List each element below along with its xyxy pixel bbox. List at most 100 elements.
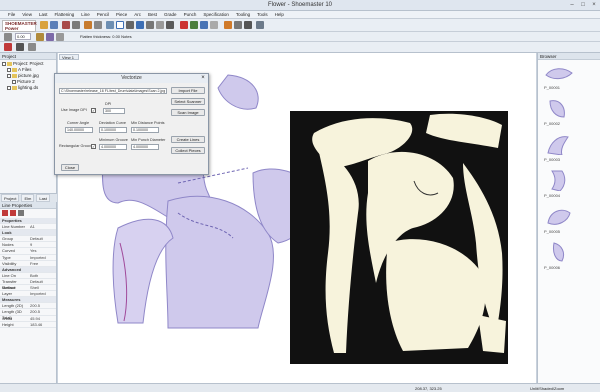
property-value: Default	[30, 278, 43, 284]
zoom-value-field[interactable]: 0.00	[15, 33, 31, 40]
red-tool-icon[interactable]	[180, 21, 188, 29]
property-value: Default	[30, 236, 43, 242]
open-icon[interactable]	[40, 21, 48, 29]
min-distance-field[interactable]: 0.100000	[131, 127, 159, 133]
secondary-toolbar: 0.00 Flatten thickness: 0.00 Notes	[0, 32, 600, 42]
property-key: Advanced	[2, 266, 22, 272]
browser-item-label-1: P_00001	[544, 85, 561, 90]
plus-icon[interactable]	[136, 21, 144, 29]
line-properties-title: Line Properties	[0, 202, 56, 209]
create-lines-button[interactable]: Create Lines	[171, 136, 205, 143]
dpi-field[interactable]: 300	[103, 108, 125, 114]
property-value: 9	[30, 242, 33, 248]
measure-icon[interactable]	[256, 21, 264, 29]
pattern-piece-heel[interactable]	[112, 218, 174, 324]
filter-icon[interactable]	[18, 210, 24, 216]
property-value: Imported	[30, 291, 46, 297]
maximize-icon[interactable]: □	[578, 1, 588, 9]
pen-icon[interactable]	[4, 43, 12, 51]
select-scanner-button[interactable]: Select Scanner	[171, 98, 205, 105]
blue-tool-icon[interactable]	[200, 21, 208, 29]
pointer-icon[interactable]	[116, 21, 124, 29]
collect-pieces-button[interactable]: Collect Pieces	[171, 147, 205, 154]
property-value: Free	[30, 260, 39, 266]
property-key: Line Number	[2, 224, 25, 230]
layer-icon[interactable]	[36, 33, 44, 41]
cut-icon[interactable]	[94, 21, 102, 29]
properties-list: Properties Line Number A1 Look Group Default N…	[0, 218, 56, 328]
minimize-icon[interactable]: –	[567, 1, 577, 9]
piece-icon[interactable]	[46, 33, 54, 41]
scan-image-button[interactable]: Scan Image	[171, 109, 205, 116]
panel-tabs: Project Elm Last	[0, 193, 57, 202]
menu-punch[interactable]: Punch	[184, 12, 197, 17]
pattern-piece-small-top[interactable]	[217, 74, 259, 110]
eraser-icon[interactable]	[28, 43, 36, 51]
browser-item-label-5: P_00005	[544, 229, 561, 234]
fit-icon[interactable]	[166, 21, 174, 29]
browser-item-4[interactable]: P_00004	[538, 167, 600, 199]
property-key: Transfer Method	[2, 278, 17, 290]
menu-help[interactable]: Help	[275, 12, 284, 17]
menu-specification[interactable]: Specification	[203, 12, 229, 17]
menu-line[interactable]: Line	[81, 12, 90, 17]
shoe-icon[interactable]	[62, 21, 70, 29]
menu-view[interactable]: View	[22, 12, 32, 17]
rectangular-grooves-checkbox[interactable]: ✓	[91, 144, 96, 149]
dialog-close-icon[interactable]: ×	[199, 75, 207, 82]
use-image-dpi-checkbox[interactable]: ✓	[91, 108, 96, 113]
pan-icon[interactable]	[146, 21, 154, 29]
browser-item-1[interactable]: P_00001	[538, 63, 600, 93]
menu-pencil[interactable]: Pencil	[97, 12, 109, 17]
save-icon[interactable]	[50, 21, 58, 29]
tab-elm[interactable]: Elm	[21, 194, 35, 202]
main-toolbar	[0, 19, 600, 32]
view-icon[interactable]	[56, 33, 64, 41]
shoemaster-logo: SHOEMASTER Power	[2, 20, 37, 32]
orange-tool-icon[interactable]	[224, 21, 232, 29]
menu-arc[interactable]: Arc	[134, 12, 141, 17]
minimum-groove-field[interactable]: 4.000000	[99, 144, 127, 150]
last-icon[interactable]	[72, 21, 80, 29]
settings-icon[interactable]	[4, 33, 12, 41]
tab-project[interactable]: Project	[1, 194, 20, 202]
browser-item-2[interactable]: P_00002	[538, 97, 600, 127]
browser-item-6[interactable]: P_00006	[538, 239, 600, 271]
browser-item-3[interactable]: P_00003	[538, 131, 600, 163]
tab-last[interactable]: Last	[36, 194, 50, 202]
menu-file[interactable]: File	[8, 12, 15, 17]
menu-last[interactable]: Last	[39, 12, 48, 17]
menu-best[interactable]: Best	[148, 12, 157, 17]
menu-piece[interactable]: Piece	[116, 12, 127, 17]
menu-grade[interactable]: Grade	[164, 12, 177, 17]
green-tool-icon[interactable]	[190, 21, 198, 29]
tree-item-lighting[interactable]: lighting.ds	[2, 85, 54, 91]
dialog-close-button[interactable]: Close	[61, 164, 79, 171]
property-key: Properties	[2, 218, 22, 223]
line-tool-icon[interactable]	[234, 21, 242, 29]
grid-icon[interactable]	[210, 21, 218, 29]
knife-icon[interactable]	[16, 43, 24, 51]
corner-angle-field[interactable]: 140.00000	[65, 127, 93, 133]
deviation-curve-field[interactable]: 0.100000	[99, 127, 127, 133]
import-file-button[interactable]: Import File	[171, 87, 205, 94]
pattern-piece-quarter[interactable]	[165, 195, 274, 329]
close-icon[interactable]: ×	[589, 1, 599, 9]
zoom-icon[interactable]	[126, 21, 134, 29]
property-key: Look	[2, 230, 12, 236]
property-key: Group	[2, 236, 14, 242]
undo-icon[interactable]	[106, 21, 114, 29]
red-arrow-icon[interactable]	[2, 210, 8, 216]
min-punch-field[interactable]: 4.000000	[131, 144, 159, 150]
arc-tool-icon[interactable]	[244, 21, 252, 29]
menu-tools[interactable]: Tools	[257, 12, 268, 17]
property-key: Visibility	[2, 260, 17, 266]
red-arrow-right-icon[interactable]	[10, 210, 16, 216]
file-path-field[interactable]: C:\Shoemaster\release_16 FL\test_Drum\da…	[59, 88, 167, 94]
menu-flattening[interactable]: Flattening	[54, 12, 74, 17]
rotate-icon[interactable]	[156, 21, 164, 29]
browser-item-5[interactable]: P_00005	[538, 203, 600, 235]
menu-tooling[interactable]: Tooling	[236, 12, 250, 17]
tool-icon[interactable]	[84, 21, 92, 29]
property-row[interactable]: Height 183.46	[0, 322, 56, 328]
